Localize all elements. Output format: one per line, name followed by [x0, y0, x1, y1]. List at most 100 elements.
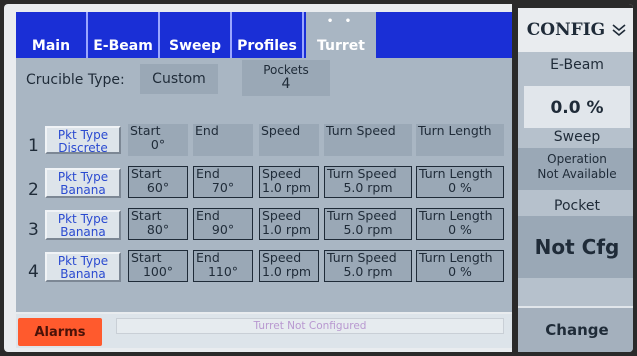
tab-profiles[interactable]: Profiles	[232, 12, 304, 58]
turn-speed-label: Turn Speed	[326, 123, 396, 138]
speed-label: Speed	[262, 166, 302, 181]
turn-length-label: Turn Length	[418, 123, 492, 138]
pkt-type-value: Banana	[60, 183, 106, 197]
pocket-label: Pocket	[554, 198, 600, 214]
pkt-type-button[interactable]: Pkt Type Banana	[45, 252, 121, 282]
end-field[interactable]: End 110°	[193, 250, 253, 282]
speed-value: 1.0 rpm	[262, 180, 312, 195]
turn-speed-label: Turn Speed	[327, 166, 397, 181]
start-value: 100°	[142, 264, 174, 279]
tab-sweep[interactable]: Sweep	[160, 12, 232, 58]
turn-speed-value: 5.0 rpm	[343, 222, 393, 237]
config-button[interactable]: CONFIG	[518, 8, 633, 52]
tab-main[interactable]: Main	[16, 12, 88, 58]
end-field[interactable]: End 70°	[193, 166, 253, 198]
turn-speed-label: Turn Speed	[327, 250, 397, 265]
row-number: 2	[28, 180, 39, 200]
turn-speed-value: 5.0 rpm	[343, 180, 393, 195]
tab-main-label: Main	[31, 38, 71, 54]
turn-speed-field[interactable]: Turn Speed 5.0 rpm	[324, 250, 412, 282]
row-number: 4	[28, 262, 39, 282]
speed-label: Speed	[261, 123, 301, 138]
speed-label: Speed	[262, 250, 302, 265]
pkt-type-button[interactable]: Pkt Type Banana	[45, 168, 121, 198]
pkt-type-button[interactable]: Pkt Type Discrete	[45, 126, 121, 155]
turn-speed-label: Turn Speed	[327, 208, 397, 223]
speed-value: 1.0 rpm	[262, 264, 312, 279]
turn-speed-value: 5.0 rpm	[343, 264, 393, 279]
start-value: 80°	[146, 222, 170, 237]
start-label: Start	[130, 123, 161, 138]
start-field[interactable]: Start 80°	[128, 208, 188, 240]
start-field[interactable]: Start 60°	[128, 166, 188, 198]
sweep-label: Sweep	[553, 129, 601, 145]
row-number: 3	[28, 220, 39, 240]
alarms-button[interactable]: Alarms	[18, 318, 102, 346]
speed-value: 1.0 rpm	[262, 222, 312, 237]
turn-speed-field[interactable]: Turn Speed 5.0 rpm	[324, 208, 412, 240]
pockets-box[interactable]: Pockets 4	[242, 60, 330, 96]
turn-length-value: 0 %	[448, 264, 472, 279]
tab-sweep-label: Sweep	[168, 38, 222, 54]
start-field[interactable]: Start 0°	[128, 124, 188, 156]
speed-field[interactable]: Speed 1.0 rpm	[259, 250, 319, 282]
tab-bar: Main E-Beam Sweep Profiles • • Turret	[16, 12, 512, 58]
tab-turret[interactable]: • • Turret	[306, 12, 376, 58]
start-label: Start	[131, 250, 162, 265]
start-field[interactable]: Start 100°	[128, 250, 188, 282]
sidebar-panel: CONFIG E-Beam 0.0 % Sweep Operation Not …	[518, 8, 633, 352]
turn-length-value: 0 %	[448, 180, 472, 195]
status-bar: Alarms Turret Not Configured	[16, 314, 512, 348]
turn-length-field[interactable]: Turn Length	[416, 124, 504, 156]
status-message: Turret Not Configured	[116, 318, 504, 334]
end-label: End	[196, 250, 220, 265]
tab-page-dots: • •	[326, 16, 356, 27]
start-label: Start	[131, 208, 162, 223]
pockets-label: Pockets	[263, 63, 309, 77]
end-label: End	[196, 166, 220, 181]
turret-panel: Crucible Type: Custom Pockets 4 1 Pkt Ty…	[16, 58, 512, 312]
speed-label: Speed	[262, 208, 302, 223]
turn-length-label: Turn Length	[419, 166, 493, 181]
tab-ebeam-label: E-Beam	[93, 38, 153, 54]
pockets-value: 4	[281, 76, 291, 92]
pkt-type-value: Banana	[60, 225, 106, 239]
sweep-status: Operation Not Available	[518, 148, 633, 190]
crucible-type-label: Crucible Type:	[26, 72, 125, 88]
end-field[interactable]: End	[193, 124, 253, 156]
chevron-double-down-icon	[612, 24, 626, 37]
turn-length-field[interactable]: Turn Length 0 %	[416, 208, 504, 240]
ebeam-value: 0.0 %	[524, 86, 630, 128]
turn-length-field[interactable]: Turn Length 0 %	[416, 166, 504, 198]
start-label: Start	[131, 166, 162, 181]
end-label: End	[195, 123, 219, 138]
change-button[interactable]: Change	[518, 306, 633, 352]
turn-length-value: 0 %	[448, 222, 472, 237]
end-label: End	[196, 208, 220, 223]
sweep-status-line2: Not Available	[537, 167, 617, 181]
pkt-type-button[interactable]: Pkt Type Banana	[45, 210, 121, 240]
turn-length-label: Turn Length	[419, 250, 493, 265]
turn-length-field[interactable]: Turn Length 0 %	[416, 250, 504, 282]
start-value: 60°	[146, 180, 170, 195]
end-value: 90°	[211, 222, 235, 237]
pkt-type-value: Banana	[60, 267, 106, 281]
row-number: 1	[28, 136, 39, 156]
speed-field[interactable]: Speed 1.0 rpm	[259, 208, 319, 240]
turret-screen: Main E-Beam Sweep Profiles • • Turret Cr…	[4, 4, 633, 352]
start-value: 0°	[150, 137, 166, 152]
turn-speed-field[interactable]: Turn Speed 5.0 rpm	[324, 166, 412, 198]
pocket-value: Not Cfg	[518, 216, 633, 278]
pkt-type-value: Discrete	[58, 141, 108, 155]
sidebar: CONFIG E-Beam 0.0 % Sweep Operation Not …	[512, 4, 633, 352]
sweep-status-line1: Operation	[547, 152, 607, 166]
crucible-type-value[interactable]: Custom	[140, 64, 218, 94]
turn-length-label: Turn Length	[419, 208, 493, 223]
end-field[interactable]: End 90°	[193, 208, 253, 240]
speed-field[interactable]: Speed 1.0 rpm	[259, 166, 319, 198]
tab-profiles-label: Profiles	[237, 38, 297, 54]
end-value: 110°	[207, 264, 239, 279]
turn-speed-field[interactable]: Turn Speed	[324, 124, 412, 156]
speed-field[interactable]: Speed	[259, 124, 319, 156]
tab-ebeam[interactable]: E-Beam	[88, 12, 160, 58]
